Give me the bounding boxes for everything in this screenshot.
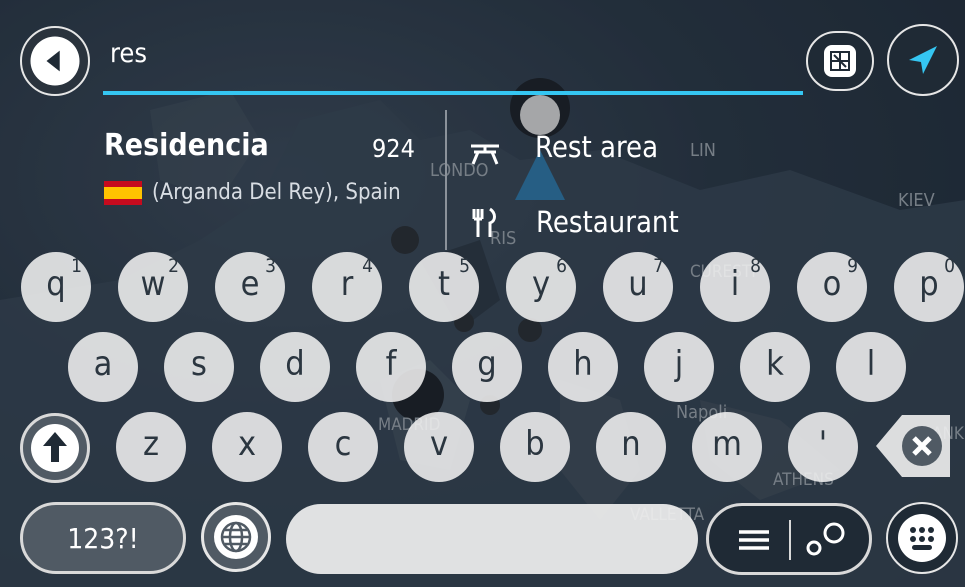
backspace-key[interactable]	[872, 407, 954, 485]
key-k[interactable]: k	[740, 332, 810, 402]
shift-key[interactable]	[20, 413, 90, 483]
fork-knife-icon	[472, 207, 496, 237]
numbers-symbols-key[interactable]: 123?!	[20, 502, 186, 574]
key-number-hint: 1	[71, 255, 82, 277]
key-char: m	[712, 424, 742, 464]
key-apostrophe[interactable]: '	[788, 412, 858, 482]
key-char: f	[385, 344, 397, 384]
key-number-hint: 2	[168, 255, 179, 277]
key-number-hint: 0	[944, 255, 955, 277]
key-f[interactable]: f	[356, 332, 426, 402]
key-char: n	[621, 424, 641, 464]
key-v[interactable]: v	[404, 412, 474, 482]
globe-icon	[214, 515, 258, 559]
key-char: s	[191, 344, 207, 384]
key-t[interactable]: t5	[409, 252, 479, 322]
key-char: k	[766, 344, 784, 384]
key-i[interactable]: i8	[700, 252, 770, 322]
key-g[interactable]: g	[452, 332, 522, 402]
key-char: j	[674, 344, 684, 384]
key-number-hint: 6	[556, 255, 567, 277]
search-input[interactable]: res	[110, 38, 147, 69]
divider	[445, 110, 447, 250]
result-subtitle: (Arganda Del Rey), Spain	[152, 180, 401, 205]
keyboard-icon	[898, 514, 946, 562]
key-w[interactable]: w2	[118, 252, 188, 322]
key-char: d	[285, 344, 305, 384]
map-view-button[interactable]	[806, 31, 874, 91]
key-e[interactable]: e3	[215, 252, 285, 322]
key-h[interactable]: h	[548, 332, 618, 402]
key-char: l	[866, 344, 876, 384]
result-distance: 924	[372, 134, 415, 163]
key-char: g	[477, 344, 497, 384]
key-char: h	[573, 344, 593, 384]
key-z[interactable]: z	[116, 412, 186, 482]
key-o[interactable]: o9	[797, 252, 867, 322]
key-c[interactable]: c	[308, 412, 378, 482]
key-number-hint: 4	[362, 255, 373, 277]
key-l[interactable]: l	[836, 332, 906, 402]
back-button[interactable]	[20, 26, 90, 96]
key-number-hint: 7	[653, 255, 664, 277]
key-char: '	[818, 424, 828, 464]
key-number-hint: 8	[750, 255, 761, 277]
result-title: Residencia	[104, 128, 269, 163]
key-m[interactable]: m	[692, 412, 762, 482]
view-toggle	[706, 503, 872, 575]
key-char: b	[525, 424, 545, 464]
list-icon[interactable]	[737, 528, 771, 552]
current-location-button[interactable]	[887, 24, 959, 96]
key-number-hint: 5	[459, 255, 470, 277]
key-q[interactable]: q1	[21, 252, 91, 322]
route-icon[interactable]	[803, 520, 849, 560]
key-s[interactable]: s	[164, 332, 234, 402]
map-icon	[824, 45, 856, 77]
key-char: z	[142, 424, 160, 464]
navigation-arrow-icon	[909, 46, 937, 74]
toggle-divider	[789, 520, 791, 560]
search-underline	[103, 91, 803, 95]
arrow-left-icon	[30, 36, 80, 86]
keyboard-toggle-button[interactable]	[886, 502, 958, 574]
key-u[interactable]: u7	[603, 252, 673, 322]
space-bar[interactable]	[286, 504, 698, 574]
key-char: v	[429, 424, 449, 464]
key-x[interactable]: x	[212, 412, 282, 482]
spain-flag-icon	[104, 181, 142, 205]
key-number-hint: 3	[265, 255, 276, 277]
key-a[interactable]: a	[68, 332, 138, 402]
key-char: x	[237, 424, 257, 464]
key-char: a	[93, 344, 113, 384]
key-b[interactable]: b	[500, 412, 570, 482]
key-y[interactable]: y6	[506, 252, 576, 322]
key-d[interactable]: d	[260, 332, 330, 402]
arrow-up-icon	[31, 424, 79, 472]
key-n[interactable]: n	[596, 412, 666, 482]
key-number-hint: 9	[847, 255, 858, 277]
key-r[interactable]: r4	[312, 252, 382, 322]
key-p[interactable]: p0	[894, 252, 964, 322]
picnic-table-icon	[471, 144, 499, 165]
key-j[interactable]: j	[644, 332, 714, 402]
key-char: c	[334, 424, 352, 464]
category-label: Restaurant	[536, 205, 679, 239]
category-label: Rest area	[535, 130, 659, 164]
language-key[interactable]	[201, 502, 271, 572]
